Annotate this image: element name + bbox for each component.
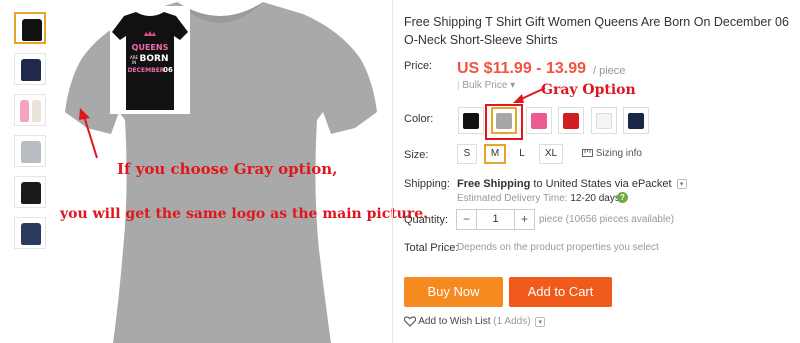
inset-print-line: BORN <box>140 54 169 64</box>
size-option-s[interactable]: S <box>457 144 477 164</box>
color-swatch-black[interactable] <box>458 107 484 134</box>
shirt-icon <box>531 113 547 129</box>
color-swatch-pink[interactable] <box>526 107 552 134</box>
size-label: Size: <box>404 149 429 161</box>
shipping-method[interactable]: Free Shipping to United States via ePack… <box>457 178 687 190</box>
quantity-decrement-button[interactable]: − <box>457 210 477 229</box>
heart-icon <box>403 316 417 327</box>
price-range: US $11.99 - 13.99 <box>457 60 586 77</box>
add-to-wish-list[interactable]: Add to Wish List (1 Adds) ▾ <box>403 316 546 328</box>
add-to-cart-button[interactable]: Add to Cart <box>509 277 612 307</box>
thumbnail-two-models[interactable] <box>14 94 46 126</box>
inset-print-line: IN <box>132 60 136 65</box>
shirt-icon <box>628 113 644 129</box>
color-swatch-navy[interactable] <box>623 107 649 134</box>
annotation-arrow-up-icon <box>79 108 98 159</box>
chevron-down-icon: ▾ <box>535 316 546 327</box>
wish-list-label: Add to Wish List <box>418 316 491 328</box>
color-swatch-white[interactable] <box>591 107 617 134</box>
product-info-panel: Free Shipping T Shirt Gift Women Queens … <box>392 0 800 343</box>
buy-now-button[interactable]: Buy Now <box>404 277 503 307</box>
price-label: Price: <box>404 60 433 72</box>
inset-print-line: 06 <box>163 66 173 74</box>
shirt-icon <box>596 113 612 129</box>
thumbnail-shirt-icon <box>21 182 41 204</box>
wish-count: (1 Adds) <box>493 316 531 328</box>
free-shipping-text: Free Shipping <box>457 178 531 190</box>
thumbnail-black[interactable] <box>14 176 46 208</box>
bulk-price-label: Bulk Price <box>462 80 508 91</box>
product-title: Free Shipping T Shirt Gift Women Queens … <box>404 15 789 47</box>
total-price-label: Total Price: <box>404 242 459 254</box>
delivery-days: 12-20 days <box>570 193 620 204</box>
thumbnail-shirt-icon <box>22 19 42 41</box>
ruler-icon <box>582 149 593 158</box>
delivery-label: Estimated Delivery Time: <box>457 193 568 204</box>
inset-print-line: DECEMBER <box>128 67 165 74</box>
annotation-note-line1: If you choose Gray option, <box>117 160 338 178</box>
delivery-time: Estimated Delivery Time: 12-20 days <box>457 193 620 204</box>
bulk-price-dropdown[interactable]: | Bulk Price ▾ <box>457 80 515 91</box>
thumbnail-shirt-icon <box>21 141 41 163</box>
annotation-gray-option: Gray Option <box>541 82 636 98</box>
sizing-info-link[interactable]: Sizing info <box>582 148 642 159</box>
quantity-label: Quantity: <box>404 214 449 226</box>
size-option-l[interactable]: L <box>512 144 532 164</box>
price-unit: / piece <box>593 65 626 77</box>
quantity-input[interactable]: 1 <box>477 210 514 229</box>
help-question-icon[interactable]: ? <box>617 192 628 203</box>
size-option-m[interactable]: M <box>484 144 506 164</box>
total-price-text: Depends on the product properties you se… <box>457 242 659 253</box>
main-product-image[interactable]: QUEENS ARE BORN IN DECEMBER 06 If you ch… <box>55 0 390 343</box>
print-preview-inset: QUEENS ARE BORN IN DECEMBER 06 <box>110 6 190 114</box>
quantity-stepper: − 1 + <box>456 209 535 230</box>
chevron-down-icon: ▾ <box>676 179 687 190</box>
shipping-label: Shipping: <box>404 178 450 190</box>
thumbnail-navy-2[interactable] <box>14 217 46 249</box>
annotation-note-line2: you will get the same logo as the main p… <box>60 206 429 222</box>
color-label: Color: <box>404 113 434 125</box>
thumbnail-gray[interactable] <box>14 135 46 167</box>
thumbnail-shirt-icon <box>21 223 41 245</box>
shirt-icon <box>463 113 479 129</box>
inset-print-line: QUEENS <box>132 43 169 52</box>
thumbnail-black-print[interactable] <box>14 12 46 44</box>
color-swatch-red[interactable] <box>558 107 584 134</box>
quantity-available: piece (10656 pieces available) <box>539 214 675 225</box>
thumbnail-navy[interactable] <box>14 53 46 85</box>
thumbnail-shirt-icon <box>21 59 41 81</box>
thumbnail-list <box>14 12 48 258</box>
gray-highlight-box <box>485 104 523 140</box>
thumbnail-model-icon <box>20 100 29 122</box>
shirt-icon <box>563 113 579 129</box>
black-tshirt-icon: QUEENS ARE BORN IN DECEMBER 06 <box>112 12 188 110</box>
thumbnail-model-icon <box>32 100 41 122</box>
size-option-xl[interactable]: XL <box>539 144 563 164</box>
quantity-increment-button[interactable]: + <box>514 210 534 229</box>
sizing-info-label: Sizing info <box>595 148 642 159</box>
shipping-destination: to United States via ePacket <box>533 178 672 190</box>
